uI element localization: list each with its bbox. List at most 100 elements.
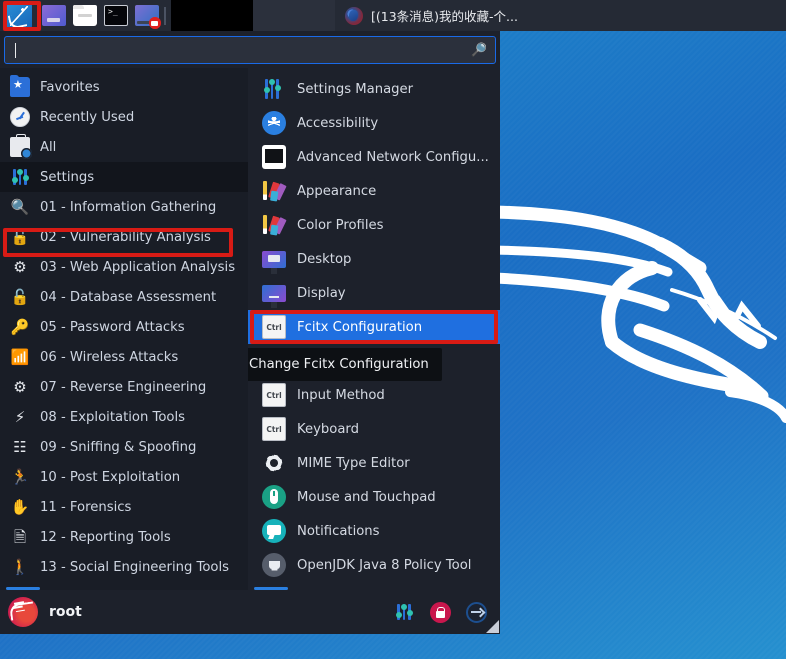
sidebar-item-social-engineering-tools[interactable]: 🚶 13 - Social Engineering Tools: [0, 552, 248, 582]
app-item-label: Notifications: [297, 523, 380, 539]
sliders-icon: [394, 602, 414, 622]
walking-person-icon: 🚶: [10, 558, 30, 576]
app-item-label: Input Method: [297, 387, 385, 403]
sidebar-item-label: All: [40, 139, 57, 155]
sidebar-item-exploitation-tools[interactable]: ⚡ 08 - Exploitation Tools: [0, 402, 248, 432]
app-item-label: Accessibility: [297, 115, 379, 131]
app-item-accessibility[interactable]: Accessibility: [248, 106, 500, 140]
resize-grip[interactable]: [486, 620, 499, 633]
paint-swatch-icon: [262, 213, 287, 237]
sidebar-item-reverse-engineering[interactable]: ⚙ 07 - Reverse Engineering: [0, 372, 248, 402]
record-camera-glyph: [151, 21, 158, 26]
lock-icon: [429, 601, 451, 623]
folder-icon[interactable]: [73, 5, 97, 26]
ctrl-key-icon: Ctrl: [262, 417, 286, 441]
sliders-icon: [10, 167, 30, 187]
accessibility-icon: [262, 111, 286, 135]
app-item-mouse-and-touchpad[interactable]: Mouse and Touchpad: [248, 480, 500, 514]
sidebar-item-recently-used[interactable]: Recently Used: [0, 102, 248, 132]
app-item-label: OpenJDK Java 8 Policy Tool: [297, 557, 472, 573]
sidebar-item-wireless-attacks[interactable]: 📶 06 - Wireless Attacks: [0, 342, 248, 372]
sidebar-item-vulnerability-analysis[interactable]: 🔓 02 - Vulnerability Analysis: [0, 222, 248, 252]
app-item-keyboard[interactable]: Ctrl Keyboard: [248, 412, 500, 446]
sidebar-item-label: 02 - Vulnerability Analysis: [40, 229, 211, 245]
screen-record-icon[interactable]: [135, 5, 161, 29]
ctrl-key-icon: Ctrl: [262, 315, 286, 339]
sidebar-item-label: 06 - Wireless Attacks: [40, 349, 179, 365]
sidebar-item-sniffing-spoofing[interactable]: ☷ 09 - Sniffing & Spoofing: [0, 432, 248, 462]
gears-stack-icon: ⚙: [13, 378, 27, 396]
window-button-firefox[interactable]: [(13条消息)我的收藏-个...: [335, 0, 528, 31]
magnifier-icon: 🔍: [10, 198, 30, 216]
open-lock-icon: 🔓: [10, 288, 30, 306]
app-item-label: Desktop: [297, 251, 352, 267]
app-item-label: Settings Manager: [297, 81, 414, 97]
firefox-icon: [345, 6, 363, 25]
sidebar-item-web-application-analysis[interactable]: ⚙ 03 - Web Application Analysis: [0, 252, 248, 282]
sidebar-item-forensics[interactable]: ✋ 11 - Forensics: [0, 492, 248, 522]
grid-app-icon[interactable]: [42, 5, 66, 26]
app-item-label: Mouse and Touchpad: [297, 489, 436, 505]
terminal-icon[interactable]: [104, 5, 128, 26]
bolt-icon: ⚡: [14, 408, 26, 426]
app-item-advanced-network-configuration[interactable]: Advanced Network Configu...: [248, 140, 500, 174]
monitor-icon: [262, 251, 286, 274]
category-sidebar[interactable]: Favorites Recently Used All Settings: [0, 68, 248, 590]
application-list[interactable]: Settings Manager Accessibility Advanced …: [248, 68, 500, 590]
applications-launcher-button[interactable]: [0, 0, 38, 31]
sidebar-item-settings[interactable]: Settings: [0, 162, 248, 192]
menu-body: Favorites Recently Used All Settings: [0, 68, 500, 590]
sidebar-item-database-assessment[interactable]: 🔓 04 - Database Assessment: [0, 282, 248, 312]
favorites-folder-icon: [10, 75, 30, 97]
application-menu: 🔍 Favorites Recently Used All: [0, 31, 500, 634]
sidebar-item-label: 04 - Database Assessment: [40, 289, 217, 305]
app-item-mime-type-editor[interactable]: MIME Type Editor: [248, 446, 500, 480]
app-item-display[interactable]: Display: [248, 276, 500, 310]
documents-icon: 🗎: [13, 528, 27, 546]
lock-screen-button[interactable]: [422, 590, 458, 634]
top-panel: [(13条消息)我的收藏-个...: [0, 0, 786, 31]
network-nodes-icon: ☷: [13, 438, 27, 456]
app-item-openjdk-java-8-policy-tool[interactable]: OpenJDK Java 8 Policy Tool: [248, 548, 500, 582]
app-item-label: Keyboard: [297, 421, 359, 437]
search-input[interactable]: 🔍: [4, 36, 496, 64]
screen: [(13条消息)我的收藏-个... 🔍 Favorites Recent: [0, 0, 786, 659]
window-button-empty-gray[interactable]: [253, 0, 335, 31]
sidebar-item-label: 05 - Password Attacks: [40, 319, 185, 335]
user-name: root: [49, 604, 82, 620]
sidebar-item-all[interactable]: All: [0, 132, 248, 162]
paint-swatch-icon: [262, 179, 287, 203]
app-item-settings-manager[interactable]: Settings Manager: [248, 72, 500, 106]
chat-bubble-icon: [262, 519, 286, 543]
gear-icon: [262, 451, 286, 475]
app-item-fcitx-configuration[interactable]: Ctrl Fcitx Configuration: [248, 310, 500, 344]
window-button-empty-dark[interactable]: [171, 0, 253, 31]
app-item-appearance[interactable]: Appearance: [248, 174, 500, 208]
sidebar-item-label: 11 - Forensics: [40, 499, 132, 515]
key-icon: 🔑: [10, 318, 30, 336]
sidebar-item-information-gathering[interactable]: 🔍 01 - Information Gathering: [0, 192, 248, 222]
app-item-label: Display: [297, 285, 346, 301]
mouse-icon: [262, 485, 286, 509]
sidebar-item-label: 07 - Reverse Engineering: [40, 379, 207, 395]
app-item-desktop[interactable]: Desktop: [248, 242, 500, 276]
sidebar-item-label: Favorites: [40, 79, 100, 95]
menu-footer: root: [0, 590, 500, 634]
sidebar-item-password-attacks[interactable]: 🔑 05 - Password Attacks: [0, 312, 248, 342]
panel-launchers: [38, 5, 161, 29]
sidebar-item-label: 10 - Post Exploitation: [40, 469, 181, 485]
panel-separator: [164, 6, 166, 25]
app-item-input-method[interactable]: Ctrl Input Method: [248, 378, 500, 412]
app-item-notifications[interactable]: Notifications: [248, 514, 500, 548]
antenna-icon: 📶: [10, 348, 30, 366]
sidebar-item-reporting-tools[interactable]: 🗎 12 - Reporting Tools: [0, 522, 248, 552]
app-item-color-profiles[interactable]: Color Profiles: [248, 208, 500, 242]
sidebar-item-label: 03 - Web Application Analysis: [40, 259, 236, 275]
sidebar-item-post-exploitation[interactable]: 🏃 10 - Post Exploitation: [0, 462, 248, 492]
sidebar-item-label: 12 - Reporting Tools: [40, 529, 171, 545]
web-gears-icon: ⚙: [13, 258, 27, 276]
window-button-label: [(13条消息)我的收藏-个...: [371, 9, 518, 24]
sidebar-item-label: Recently Used: [40, 109, 135, 125]
sidebar-item-favorites[interactable]: Favorites: [0, 72, 248, 102]
settings-manager-button[interactable]: [386, 590, 422, 634]
